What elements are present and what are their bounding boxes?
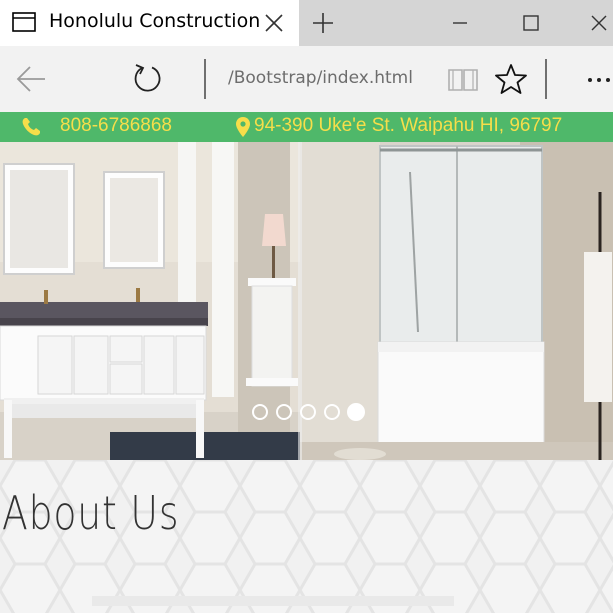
map-pin-icon [236,117,250,137]
browser-nav-bar: /Bootstrap/index.html [0,46,613,112]
address[interactable]: 94-390 Uke'e St. Waipahu HI, 96797 [254,115,562,137]
carousel-indicator-1[interactable] [252,404,268,420]
about-content-strip [92,596,454,606]
about-section: About Us [0,460,613,613]
about-heading: About Us [2,486,180,540]
carousel-indicator-2[interactable] [276,404,292,420]
phone-number[interactable]: 808-6786868 [60,115,172,137]
carousel-indicator-5-active[interactable] [347,403,365,421]
browser-tab-bar: Honolulu Construction [0,0,613,46]
phone-icon [22,118,40,136]
tab-page-icon [12,12,36,32]
address-bar-url[interactable]: /Bootstrap/index.html [228,68,413,88]
hero-carousel[interactable] [0,142,613,460]
minimize-icon[interactable] [444,10,476,36]
window-close-icon[interactable] [583,10,613,36]
favorite-star-icon[interactable] [495,63,527,95]
carousel-indicator-3[interactable] [300,404,316,420]
maximize-icon[interactable] [515,10,547,36]
browser-tab[interactable]: Honolulu Construction [0,0,299,46]
new-tab-plus-icon[interactable] [310,10,336,36]
tab-title: Honolulu Construction [49,10,261,32]
tab-close-icon[interactable] [262,12,286,34]
contact-top-bar: 808-6786868 94-390 Uke'e St. Waipahu HI,… [0,112,613,142]
back-arrow-icon[interactable] [14,64,48,94]
nav-separator [204,59,206,99]
carousel-indicator-4[interactable] [324,404,340,420]
nav-separator [545,59,547,99]
refresh-icon[interactable] [130,62,164,96]
reading-view-book-icon[interactable] [447,66,479,94]
more-dots-icon[interactable] [586,76,613,84]
